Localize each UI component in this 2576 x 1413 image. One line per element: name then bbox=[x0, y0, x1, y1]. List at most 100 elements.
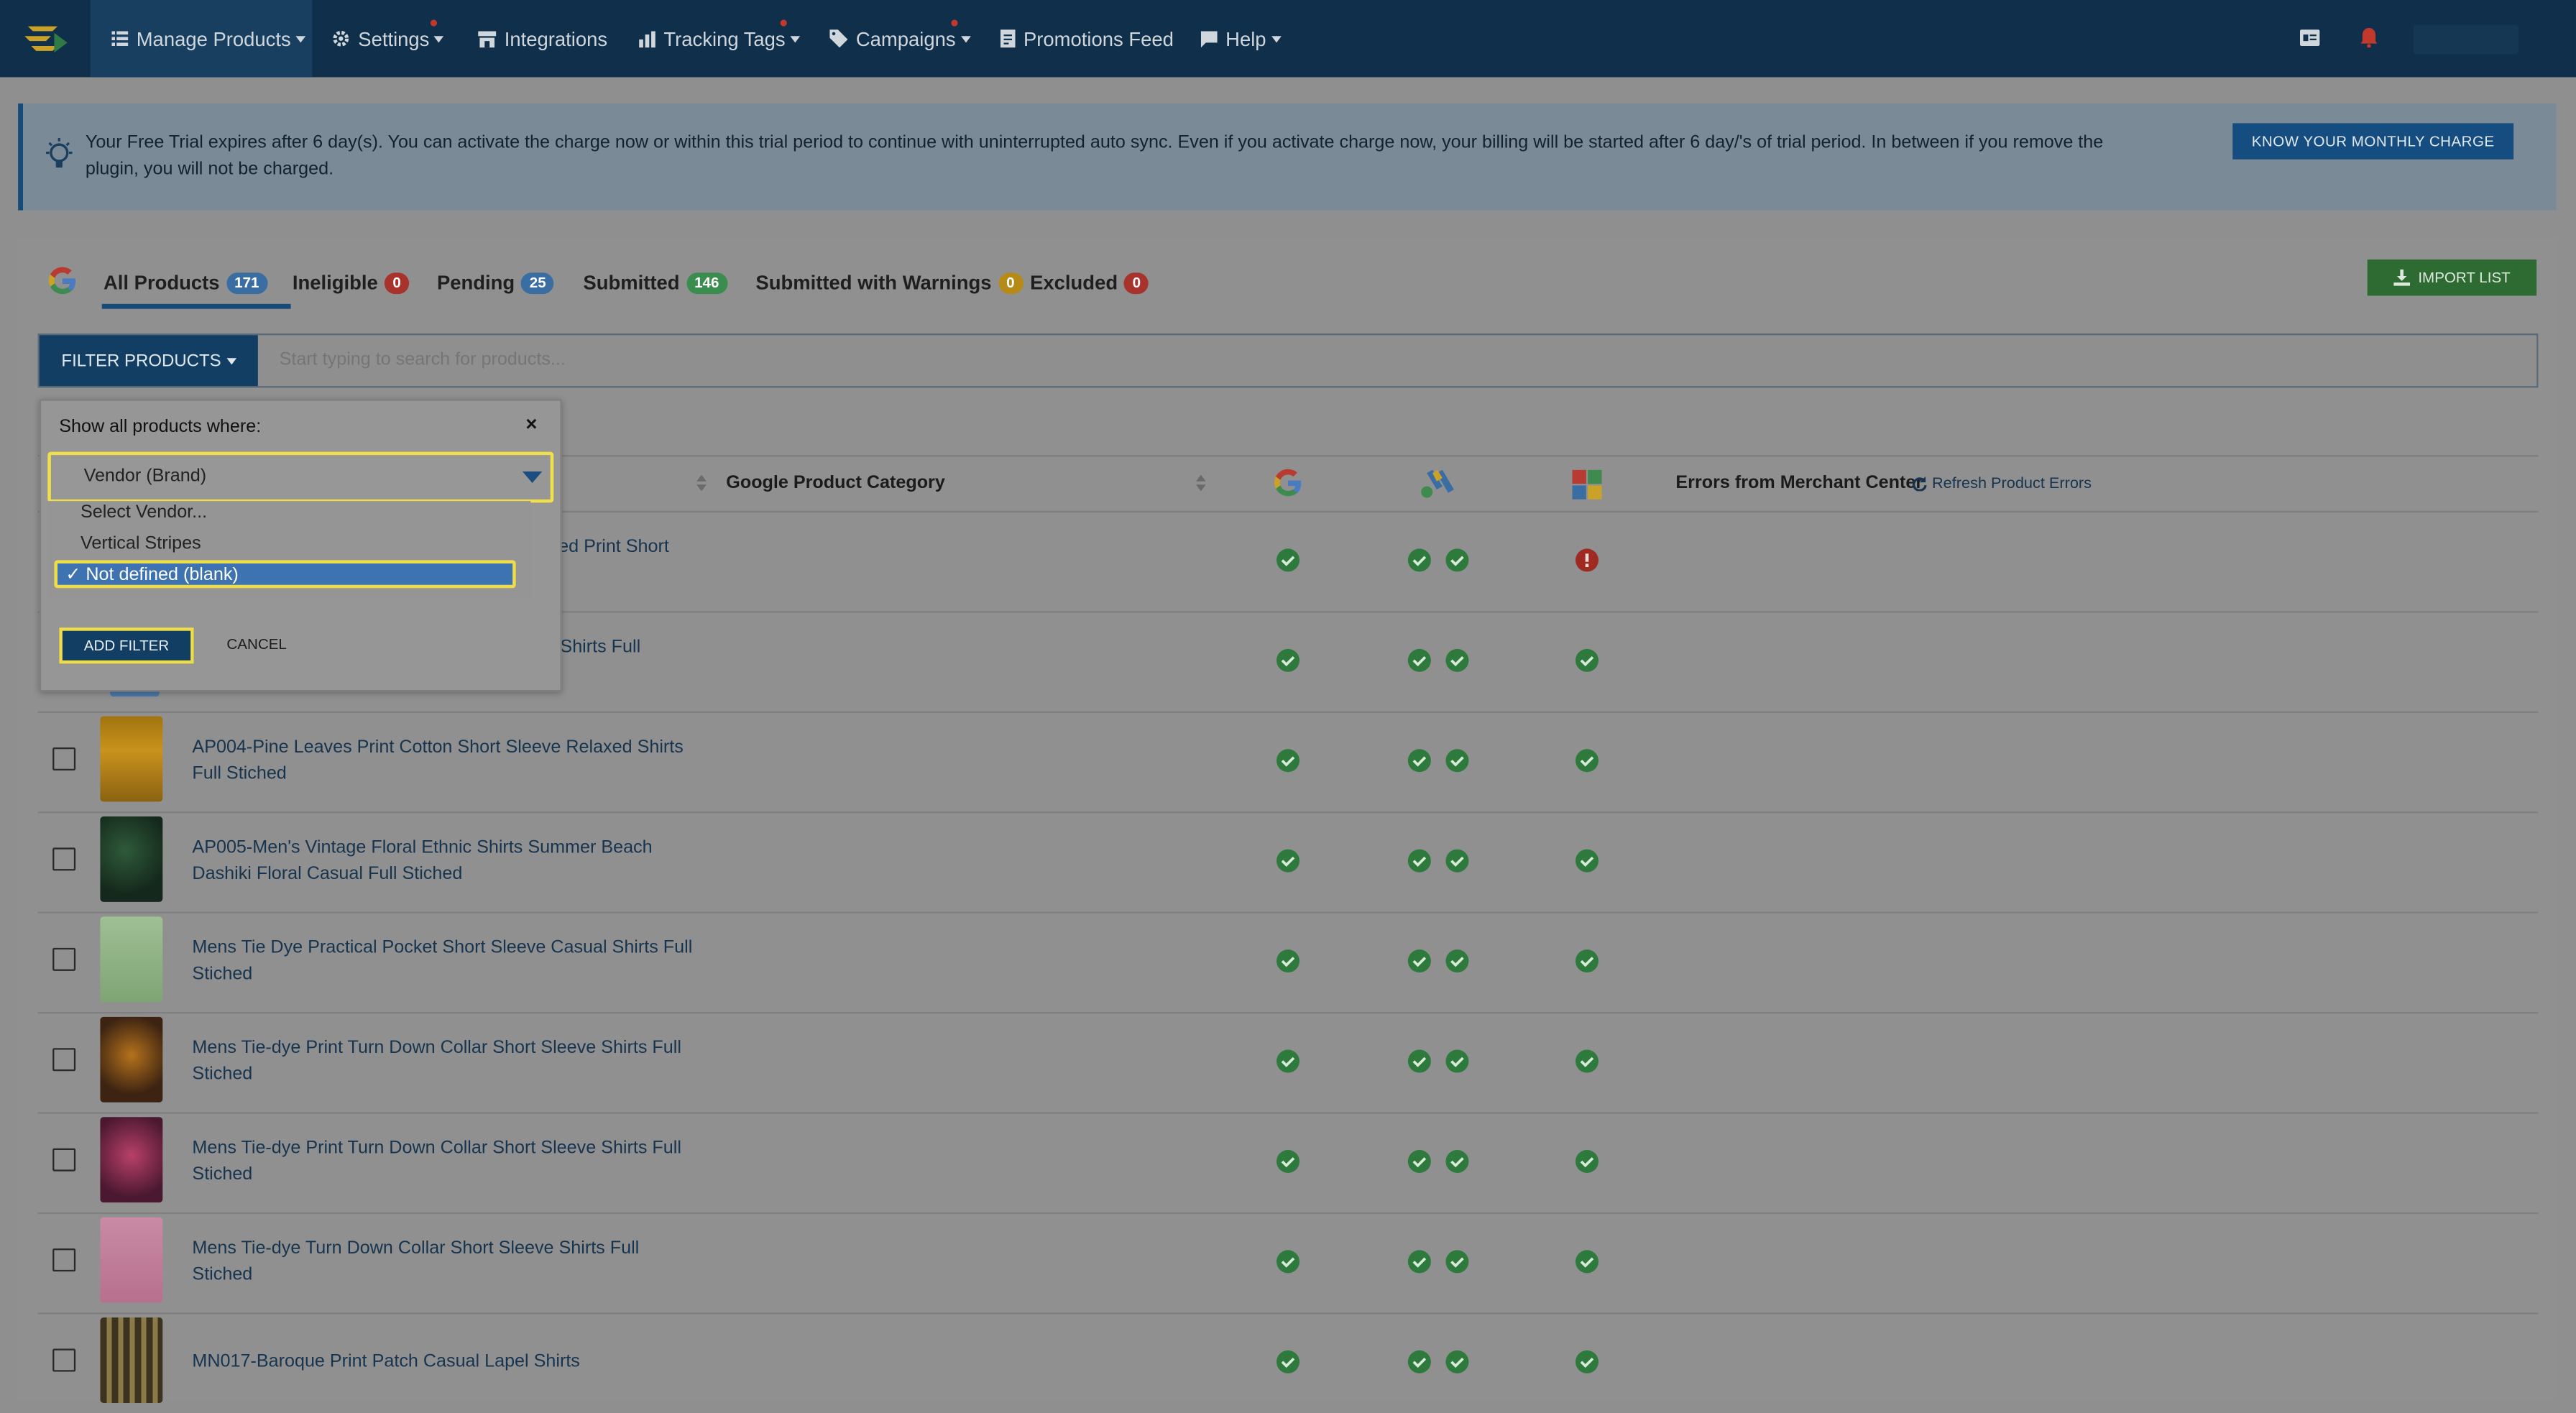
refresh-icon bbox=[1913, 476, 1927, 492]
user-account-menu[interactable] bbox=[2413, 24, 2518, 55]
add-filter-button[interactable]: ADD FILTER bbox=[59, 627, 194, 664]
nav-settings[interactable]: Settings bbox=[332, 0, 444, 77]
product-thumbnail bbox=[100, 916, 163, 1003]
table-row: MN017-Baroque Print Patch Casual Lapel S… bbox=[38, 1312, 2539, 1412]
count-badge: 0 bbox=[998, 272, 1024, 293]
tab-label: Submitted bbox=[583, 271, 680, 295]
google-icon bbox=[48, 267, 76, 295]
product-name[interactable]: Mens Tie Dye Practical Pocket Short Slee… bbox=[192, 935, 702, 988]
tab-label: All Products bbox=[103, 271, 220, 295]
product-name[interactable]: AP004-Pine Leaves Print Cotton Short Sle… bbox=[192, 735, 702, 787]
tab-label: Pending bbox=[436, 271, 515, 295]
product-thumbnail bbox=[100, 816, 163, 902]
lightbulb-icon bbox=[45, 137, 73, 168]
nav-campaigns[interactable]: Campaigns bbox=[829, 0, 971, 77]
product-thumbnail bbox=[100, 1016, 163, 1103]
row-checkbox[interactable] bbox=[52, 847, 76, 871]
table-row: Mens Tie-dye Print Turn Down Collar Shor… bbox=[37, 1112, 2539, 1215]
table-row: AP004-Pine Leaves Print Cotton Short Sle… bbox=[37, 712, 2539, 814]
refresh-product-errors-link[interactable]: Refresh Product Errors bbox=[1913, 475, 2092, 493]
cancel-button[interactable]: CANCEL bbox=[226, 636, 286, 653]
know-monthly-charge-button[interactable]: KNOW YOUR MONTHLY CHARGE bbox=[2232, 123, 2514, 160]
product-search-input[interactable] bbox=[279, 349, 1758, 370]
active-tab-indicator bbox=[101, 303, 291, 309]
chevron-down-icon bbox=[522, 471, 543, 483]
tab-label: Submitted with Warnings bbox=[755, 271, 992, 295]
count-badge: 0 bbox=[1124, 272, 1149, 293]
product-name[interactable]: MN017-Baroque Print Patch Casual Lapel S… bbox=[192, 1349, 702, 1376]
product-thumbnail bbox=[100, 1117, 163, 1203]
chevron-down-icon bbox=[434, 35, 444, 42]
tab-label: Ineligible bbox=[292, 271, 378, 295]
option-not-defined[interactable]: ✓ Not defined (blank) bbox=[54, 560, 516, 589]
product-name[interactable]: Mens Tie-dye Turn Down Collar Short Slee… bbox=[192, 1235, 702, 1288]
gear-icon bbox=[332, 29, 350, 47]
list-icon bbox=[111, 31, 129, 46]
sort-icon[interactable] bbox=[1195, 473, 1206, 492]
count-badge: 146 bbox=[686, 272, 727, 293]
nav-help[interactable]: Help bbox=[1200, 0, 1282, 77]
column-google-product-category[interactable]: Google Product Category bbox=[726, 473, 945, 492]
table-row: Mens Tie-dye Turn Down Collar Short Slee… bbox=[37, 1212, 2539, 1315]
nav-promotions-feed[interactable]: Promotions Feed bbox=[1000, 0, 1174, 77]
tab-submitted[interactable]: Submitted 146 bbox=[583, 271, 727, 294]
product-name[interactable]: Mens Tie-dye Print Turn Down Collar Shor… bbox=[192, 1135, 702, 1187]
chevron-down-icon bbox=[226, 357, 236, 364]
tab-pending[interactable]: Pending 25 bbox=[436, 271, 555, 295]
product-thumbnail bbox=[100, 1317, 163, 1403]
row-checkbox[interactable] bbox=[52, 1148, 76, 1172]
product-thumbnail bbox=[100, 1217, 163, 1303]
google-ads-icon bbox=[1421, 469, 1454, 498]
product-name[interactable]: Mens Tie-dye Print Turn Down Collar Shor… bbox=[192, 1035, 702, 1087]
filter-popup: Show all products where: × Vendor (Brand… bbox=[39, 399, 562, 692]
nav-label: Integrations bbox=[504, 27, 608, 50]
row-checkbox[interactable] bbox=[52, 947, 76, 971]
store-icon bbox=[478, 30, 497, 47]
tab-excluded[interactable]: Excluded 0 bbox=[1030, 271, 1149, 294]
option-vertical-stripes[interactable]: Vertical Stripes bbox=[80, 534, 201, 553]
tab-submitted-with-warnings[interactable]: Submitted with Warnings 0 bbox=[755, 271, 1024, 295]
row-checkbox[interactable] bbox=[52, 747, 76, 770]
sort-icon[interactable] bbox=[696, 473, 707, 492]
option-select-vendor[interactable]: Select Vendor... bbox=[80, 502, 207, 522]
tab-ineligible[interactable]: Ineligible 0 bbox=[292, 271, 410, 295]
nav-label: Promotions Feed bbox=[1023, 27, 1174, 50]
row-checkbox[interactable] bbox=[52, 1048, 76, 1072]
popup-title: Show all products where: bbox=[59, 417, 262, 437]
import-list-button[interactable]: IMPORT LIST bbox=[2367, 259, 2537, 296]
count-badge: 25 bbox=[521, 272, 555, 293]
row-checkbox[interactable] bbox=[52, 1248, 76, 1272]
app-logo-icon[interactable] bbox=[22, 19, 71, 59]
count-badge: 171 bbox=[226, 272, 267, 293]
count-badge: 0 bbox=[384, 272, 410, 293]
product-name[interactable]: ed Print Short bbox=[558, 534, 1068, 561]
nav-tracking-tags[interactable]: Tracking Tags bbox=[639, 0, 801, 77]
chat-icon bbox=[1200, 30, 1218, 47]
filter-products-label: FILTER PRODUCTS bbox=[61, 350, 221, 371]
table-row: Mens Tie Dye Practical Pocket Short Slee… bbox=[37, 912, 2539, 1014]
product-name[interactable]: AP005-Men's Vintage Floral Ethnic Shirts… bbox=[192, 834, 702, 887]
tab-label: Excluded bbox=[1030, 271, 1118, 295]
microsoft-icon bbox=[1572, 469, 1602, 500]
nav-label: Campaigns bbox=[855, 27, 956, 50]
notification-dot bbox=[780, 19, 787, 27]
table-row: Mens Tie-dye Print Turn Down Collar Shor… bbox=[37, 1012, 2539, 1114]
trial-banner: Your Free Trial expires after 6 day(s). … bbox=[18, 103, 2557, 211]
product-name[interactable]: Shirts Full bbox=[560, 634, 1070, 661]
nav-manage-products[interactable]: Manage Products bbox=[90, 0, 313, 78]
id-card-icon[interactable] bbox=[2299, 29, 2320, 46]
nav-integrations[interactable]: Integrations bbox=[478, 0, 607, 77]
chevron-down-icon bbox=[1271, 35, 1282, 42]
chevron-down-icon bbox=[790, 35, 801, 42]
tab-all-products[interactable]: All Products 171 bbox=[104, 271, 267, 294]
bell-icon[interactable] bbox=[2360, 27, 2378, 48]
filter-search-bar: FILTER PRODUCTS bbox=[37, 333, 2539, 388]
import-list-label: IMPORT LIST bbox=[2418, 269, 2511, 286]
filter-products-button[interactable]: FILTER PRODUCTS bbox=[39, 335, 258, 387]
product-thumbnail bbox=[100, 716, 163, 802]
select-value: Vendor (Brand) bbox=[83, 466, 207, 487]
tag-icon bbox=[829, 29, 848, 48]
row-checkbox[interactable] bbox=[52, 1348, 76, 1372]
filter-field-select[interactable]: Vendor (Brand) bbox=[47, 451, 554, 503]
close-icon[interactable]: × bbox=[525, 413, 537, 436]
